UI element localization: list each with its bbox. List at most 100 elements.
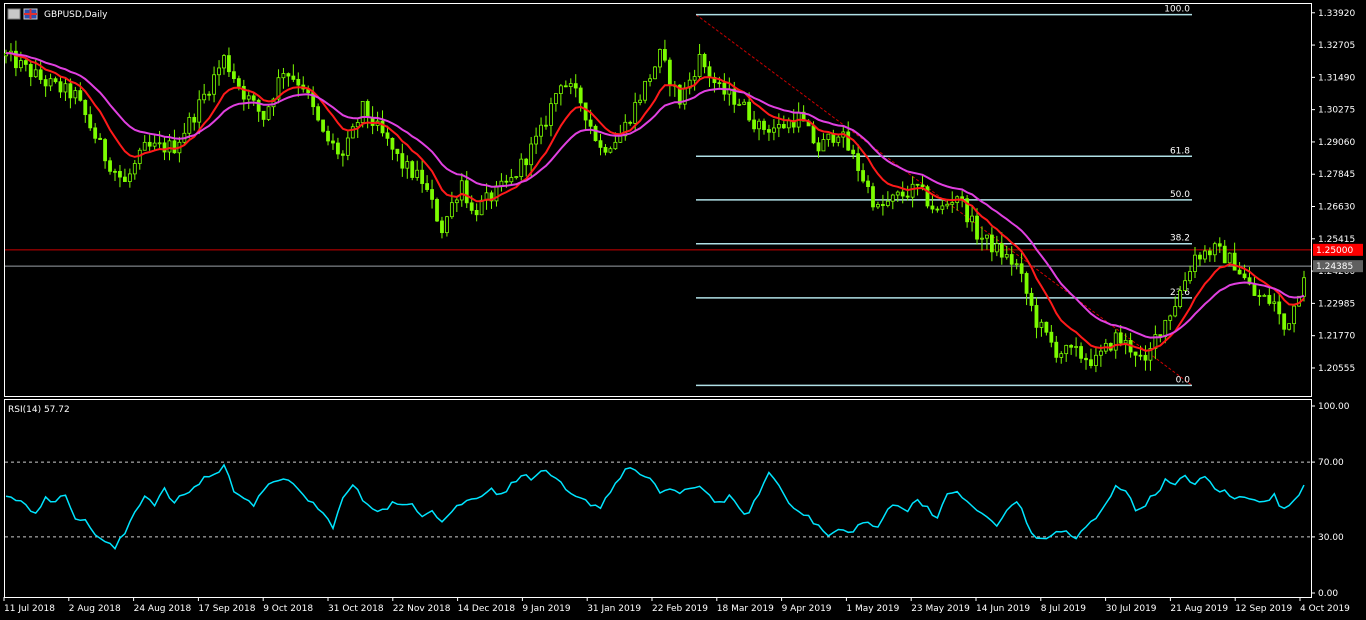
candle-body xyxy=(147,141,152,147)
fib-level-label: 38.2 xyxy=(1170,234,1190,244)
candle-body xyxy=(1118,332,1123,344)
candle-body xyxy=(212,74,216,95)
candle xyxy=(261,110,266,127)
candle xyxy=(316,103,321,122)
time-axis[interactable]: 11 Jul 2018 2 Aug 2018 24 Aug 2018 17 Sep 2… xyxy=(3,597,1350,614)
candle xyxy=(1143,345,1148,371)
candle-body xyxy=(1198,254,1202,260)
price-axis[interactable]: 1.33920 1.32705 1.31490 1.30275 1.29060 1.278… xyxy=(1311,9,1355,374)
candle-body xyxy=(831,133,836,143)
candle-body xyxy=(563,85,568,88)
candle xyxy=(217,60,221,86)
candle xyxy=(767,124,771,141)
time-tick-label: 4 Oct 2019 xyxy=(1300,604,1350,614)
candle-body xyxy=(504,180,509,183)
candle-body xyxy=(1029,292,1034,306)
candle-body xyxy=(1267,294,1272,304)
candle-body xyxy=(529,143,534,166)
candle-body xyxy=(836,136,841,143)
price-tag-label: 1.24385 xyxy=(1316,262,1353,272)
candle xyxy=(638,94,643,106)
candle xyxy=(301,76,306,93)
trading-chart[interactable]: GBPUSD,Daily RSI(14) 57.72 100.0 61.8 50.0… xyxy=(0,0,1366,620)
candle xyxy=(568,78,573,95)
candle-body xyxy=(1113,332,1118,351)
candle-body xyxy=(915,183,920,186)
candle xyxy=(400,143,405,177)
candle-body xyxy=(261,110,266,120)
candle-body xyxy=(554,93,558,105)
time-tick-label: 22 Feb 2019 xyxy=(652,604,708,614)
candle-body xyxy=(405,161,410,169)
fibonacci-retracement[interactable]: 100.061.850.038.223.60.0 xyxy=(695,5,1193,387)
horizontal-level-line[interactable] xyxy=(5,249,1311,267)
candle xyxy=(836,135,841,147)
candle-body xyxy=(573,83,578,89)
candle xyxy=(573,74,578,98)
candle xyxy=(999,232,1004,265)
candle xyxy=(955,195,960,211)
candle-body xyxy=(43,79,48,87)
candle xyxy=(1168,314,1173,330)
price-tick-label: 1.21770 xyxy=(1318,332,1355,342)
candle xyxy=(1287,323,1292,331)
candle xyxy=(757,118,761,141)
time-tick-label: 8 Jul 2019 xyxy=(1041,604,1086,614)
candle xyxy=(479,195,484,216)
candle-body xyxy=(772,127,776,133)
candle-body xyxy=(98,137,103,140)
candle xyxy=(667,57,672,97)
rsi-tick-label: 100.00 xyxy=(1318,402,1350,412)
candle-body xyxy=(1257,295,1262,297)
candle-body xyxy=(707,66,712,78)
candle-body xyxy=(895,191,900,196)
candle xyxy=(207,91,212,101)
candle xyxy=(772,119,776,141)
candle xyxy=(23,58,28,72)
candle-body xyxy=(18,60,23,69)
candle xyxy=(776,113,781,138)
candle-body xyxy=(737,103,742,106)
candle xyxy=(915,183,920,196)
candle-body xyxy=(88,114,93,129)
candle xyxy=(375,111,380,132)
fib-level-label: 100.0 xyxy=(1164,5,1190,15)
candle xyxy=(1029,287,1034,312)
candle-body xyxy=(593,125,598,142)
candle-body xyxy=(509,177,514,183)
candle-body xyxy=(291,75,296,80)
candle-body xyxy=(1302,277,1306,297)
candle-body xyxy=(350,126,355,139)
candle xyxy=(514,175,519,180)
candle xyxy=(108,157,112,175)
candle-body xyxy=(1292,305,1296,325)
candle-body xyxy=(994,243,999,253)
time-tick-label: 18 Mar 2019 xyxy=(717,604,774,614)
candle-body xyxy=(598,140,603,148)
rsi-panel-frame[interactable] xyxy=(4,399,1312,598)
candle-body xyxy=(33,69,38,78)
candle xyxy=(1148,342,1153,371)
candle-body xyxy=(222,55,226,69)
candle-body xyxy=(821,139,826,152)
candle xyxy=(1212,241,1217,262)
candle-body xyxy=(1207,250,1212,256)
candle xyxy=(1069,344,1074,355)
candle-body xyxy=(78,90,83,101)
candle-body xyxy=(63,83,68,93)
candle xyxy=(345,130,350,161)
candle xyxy=(603,144,608,156)
candle-body xyxy=(108,160,112,172)
candle-body xyxy=(1217,243,1222,247)
candle-body xyxy=(118,171,122,178)
candle-body xyxy=(445,216,449,234)
candle-body xyxy=(648,78,652,82)
candle-body xyxy=(336,142,340,155)
candle-body xyxy=(583,102,588,121)
candle-body xyxy=(1252,283,1257,296)
candle xyxy=(702,52,707,74)
candle-body xyxy=(880,204,885,206)
candle-body xyxy=(385,132,390,139)
candle xyxy=(499,173,504,192)
candle xyxy=(831,129,836,147)
